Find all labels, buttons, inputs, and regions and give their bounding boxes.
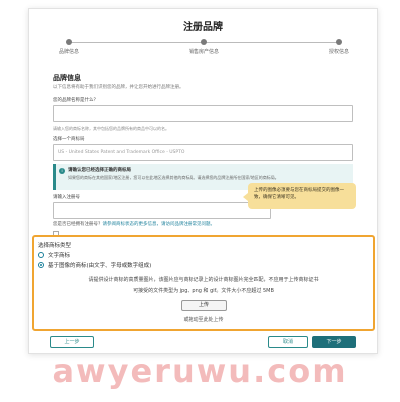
- upload-formats: 可接受的文件类型为 jpg、png 和 gif。文件大小不应超过 5MB: [133, 288, 274, 294]
- radio-icon[interactable]: [38, 252, 44, 258]
- trademark-type-title: 选择商标类型: [38, 243, 72, 249]
- registration-help-line: 您是否已经拥有注册号？请参阅商标状态的更多信息，请访问品牌注册常见问题。: [53, 221, 215, 227]
- site-watermark: awyeruwu.com: [52, 352, 348, 390]
- brand-name-hint: 请输入您的商标名称，其中包括您的品牌所有的商品中可以的名。: [53, 126, 169, 131]
- step-authorization: 授权信息: [309, 39, 369, 55]
- option-label: 文字商标: [48, 253, 71, 259]
- registration-number-label: 请输入注册号: [53, 195, 80, 200]
- page-title: 注册品牌: [183, 22, 223, 33]
- faq-link[interactable]: 请参阅商标状态的更多信息，请访问品牌注册常见问题。: [103, 222, 216, 227]
- option-label: 基于图像的商标(由文字、字母或数字组成): [48, 263, 152, 269]
- help-prefix: 您是否已经拥有注册号？: [53, 222, 103, 227]
- trademark-type-section: 选择商标类型 文字商标 基于图像的商标(由文字、字母或数字组成) 请提供设计商标…: [32, 235, 375, 331]
- trademark-office-label: 选择一个商标局: [53, 137, 85, 142]
- radio-checked-icon[interactable]: [38, 262, 44, 268]
- next-button[interactable]: 下一步: [312, 336, 356, 348]
- step-dot: [201, 39, 207, 45]
- upload-description: 请提供设计商标的高质量图片，该图片应与商标记录上的设计商标图片完全匹配，不应用于…: [88, 277, 319, 283]
- step-dot: [66, 39, 72, 45]
- section-description: 以下信息将有助于我们识别您的品牌，并让您开始进行品牌注册。: [53, 85, 184, 90]
- upload-button[interactable]: 上传: [181, 300, 227, 311]
- step-label: 销售房产信息: [188, 49, 219, 55]
- trademark-office-select[interactable]: US - United States Patent and Trademark …: [53, 144, 353, 161]
- step-dot: [336, 39, 342, 45]
- registration-number-input[interactable]: [53, 202, 271, 219]
- section-title: 品牌信息: [53, 74, 81, 82]
- info-icon: i: [59, 168, 65, 174]
- brand-name-input[interactable]: [53, 105, 353, 122]
- notice-body: 如果您的商标在其他国家/地区注册，您可以在此地区选择其他的商标局。请选择您的品牌…: [68, 175, 279, 180]
- step-label: 授权信息: [328, 49, 349, 55]
- cancel-button[interactable]: 取消: [268, 336, 308, 348]
- brand-name-label: 您的品牌名称是什么？: [53, 98, 98, 103]
- progress-stepper: 品牌信息 销售房产信息 授权信息: [59, 39, 349, 61]
- step-sales-info: 销售房产信息: [174, 39, 234, 55]
- drag-drop-text[interactable]: 或拖动至此处上传: [34, 316, 373, 323]
- previous-button[interactable]: 上一步: [50, 336, 94, 348]
- option-image-mark[interactable]: 基于图像的商标(由文字、字母或数字组成): [38, 261, 151, 269]
- notice-title: 请确认您已经选择正确的商标局: [68, 168, 131, 173]
- step-label: 品牌信息: [58, 49, 79, 55]
- step-brand-info: 品牌信息: [39, 39, 99, 55]
- upload-tooltip: 上传的图像必须要与您在商标局提交的图像一致，确保它清晰可见。: [243, 183, 356, 209]
- option-word-mark[interactable]: 文字商标: [38, 251, 70, 259]
